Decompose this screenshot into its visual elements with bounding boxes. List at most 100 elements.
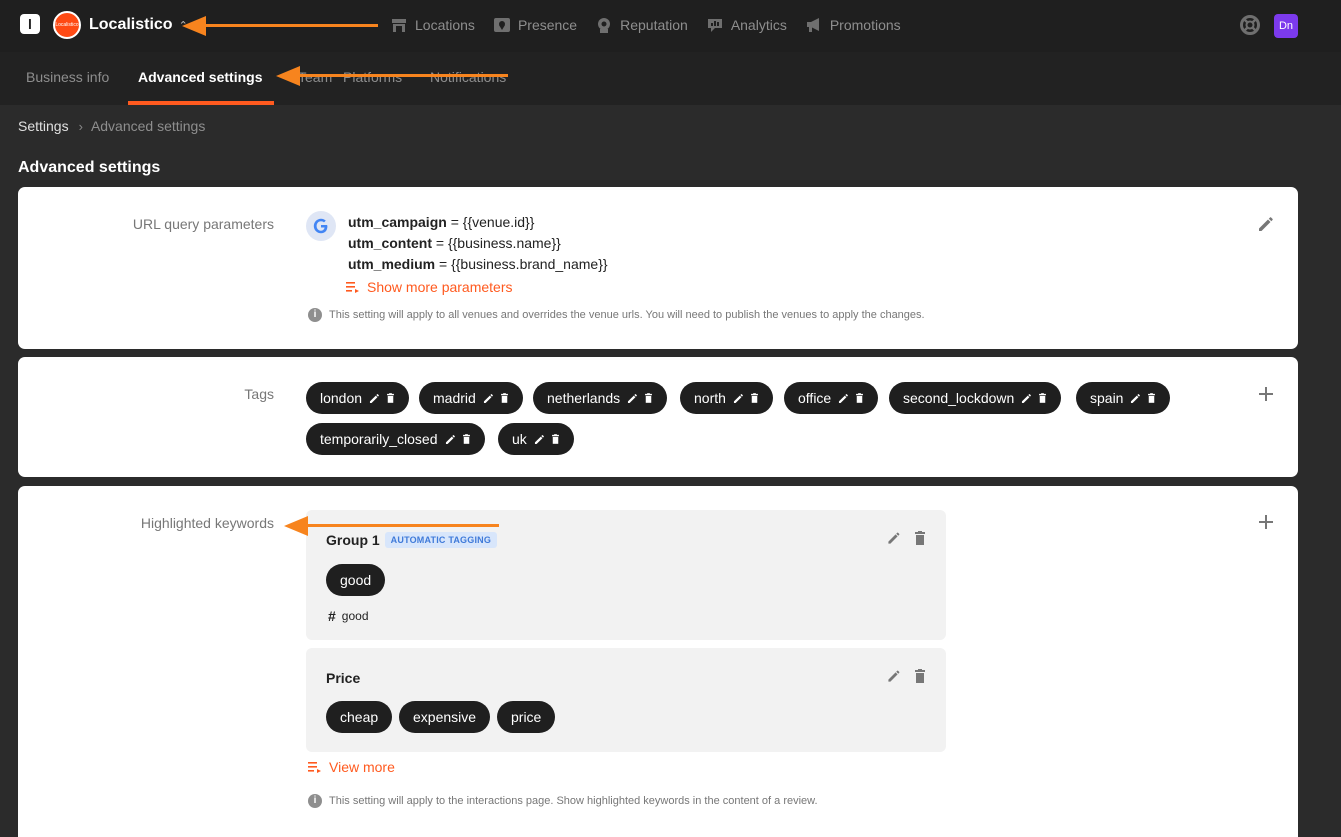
edit-pencil-icon[interactable]: [1020, 392, 1033, 405]
edit-pencil-icon[interactable]: [533, 433, 546, 446]
list-lines-icon: [346, 282, 359, 293]
nav-label: Presence: [517, 17, 578, 33]
tab-advanced-settings[interactable]: Advanced settings: [138, 69, 262, 85]
edit-pencil-icon[interactable]: [886, 668, 902, 684]
chevron-right-icon: ›: [78, 118, 83, 134]
keyword-group: Price cheap expensive price: [306, 648, 946, 752]
edit-pencil-icon[interactable]: [837, 392, 850, 405]
tag-chip[interactable]: office: [784, 382, 879, 414]
edit-pencil-icon[interactable]: [732, 392, 745, 405]
trash-icon[interactable]: [1146, 392, 1157, 404]
breadcrumb-root[interactable]: Settings: [18, 118, 69, 134]
nav-promotions[interactable]: Promotions: [805, 14, 901, 36]
highlighted-keywords-card: Highlighted keywords Group 1 AUTOMATIC T…: [18, 486, 1298, 837]
trash-icon[interactable]: [461, 433, 472, 445]
business-switcher[interactable]: Localistico Localistico ⌃: [50, 9, 202, 41]
trash-icon[interactable]: [499, 392, 510, 404]
main-nav: Locations Presence Reputation Analytics …: [390, 14, 919, 36]
tag-chip[interactable]: temporarily_closed: [306, 423, 485, 455]
trash-icon[interactable]: [912, 668, 928, 684]
nav-presence[interactable]: Presence: [493, 14, 577, 36]
nav-analytics[interactable]: Analytics: [706, 14, 787, 36]
info-text: This setting will apply to all venues an…: [329, 309, 925, 321]
tag-chip[interactable]: netherlands: [533, 382, 668, 414]
edit-pencil-icon[interactable]: [444, 433, 457, 446]
trash-icon[interactable]: [550, 433, 561, 445]
url-param-row: utm_content = {{business.name}}: [348, 235, 561, 251]
nav-reputation[interactable]: Reputation: [595, 14, 688, 36]
keyword-chip[interactable]: expensive: [399, 701, 491, 733]
url-param-row: utm_campaign = {{venue.id}}: [348, 214, 534, 230]
tag-chip[interactable]: london: [306, 382, 410, 414]
trash-icon[interactable]: [912, 530, 928, 546]
edit-pencil-icon[interactable]: [368, 392, 381, 405]
nav-label: Promotions: [829, 17, 901, 33]
tag-chip[interactable]: north: [680, 382, 773, 414]
edit-pencil-icon[interactable]: [1129, 392, 1142, 405]
highlighted-keywords-label: Highlighted keywords: [140, 515, 274, 531]
analytics-icon: [707, 19, 722, 32]
breadcrumb-current: Advanced settings: [90, 118, 206, 134]
tag-chip[interactable]: second_lockdown: [889, 382, 1062, 414]
keyword-group: Group 1 AUTOMATIC TAGGING good # good: [306, 510, 946, 640]
tab-notifications[interactable]: Notifications: [430, 69, 506, 85]
view-more-label: View more: [329, 759, 395, 775]
trash-icon[interactable]: [1037, 392, 1048, 404]
tab-business-info[interactable]: Business info: [26, 69, 109, 85]
info-text: This setting will apply to the interacti…: [329, 795, 818, 807]
trash-icon[interactable]: [749, 392, 760, 404]
tag-label: spain: [1090, 390, 1124, 406]
hashtag-text: good: [341, 609, 369, 623]
keyword-group-title: Group 1 AUTOMATIC TAGGING: [326, 532, 498, 548]
tag-chip[interactable]: madrid: [419, 382, 523, 414]
nav-label: Locations: [415, 17, 475, 33]
nav-locations[interactable]: Locations: [390, 14, 475, 36]
keyword-group-actions: [876, 668, 928, 684]
hashtag-icon: #: [328, 608, 336, 624]
app-logo[interactable]: l: [20, 14, 40, 34]
view-more-keywords-link[interactable]: View more: [308, 759, 395, 775]
url-params-card: URL query parameters utm_campaign = {{ve…: [18, 187, 1298, 349]
edit-pencil-icon[interactable]: [1256, 214, 1276, 234]
show-more-parameters-link[interactable]: Show more parameters: [346, 279, 513, 295]
tags-label: Tags: [244, 386, 274, 402]
edit-pencil-icon[interactable]: [482, 392, 495, 405]
keyword-group-title: Price: [326, 670, 360, 686]
tags-card: Tags london madrid netherlands north office s…: [18, 357, 1298, 477]
megaphone-icon: [806, 18, 819, 32]
tab-platforms[interactable]: Platforms: [343, 69, 402, 85]
edit-pencil-icon[interactable]: [626, 392, 639, 405]
keyword-chip[interactable]: cheap: [326, 701, 393, 733]
trash-icon[interactable]: [854, 392, 865, 404]
settings-tabs: Business info Advanced settings Team Pla…: [0, 52, 1341, 105]
user-avatar[interactable]: Dn: [1274, 14, 1298, 38]
keyword-chip[interactable]: price: [497, 701, 556, 733]
info-icon: i: [308, 794, 322, 808]
tag-label: second_lockdown: [903, 390, 1015, 406]
tab-team[interactable]: Team: [298, 69, 332, 85]
presence-pin-icon: [493, 18, 510, 32]
trash-icon[interactable]: [385, 392, 396, 404]
annotation-arrow-line: [298, 74, 508, 77]
tag-chip[interactable]: spain: [1076, 382, 1171, 414]
keyword-chip[interactable]: good: [326, 564, 386, 596]
url-param-row: utm_medium = {{business.brand_name}}: [348, 256, 608, 272]
help-lifebuoy-icon[interactable]: [1240, 15, 1260, 35]
automatic-tagging-badge: AUTOMATIC TAGGING: [384, 532, 498, 548]
active-tab-indicator: [128, 101, 274, 105]
add-keyword-group-plus-icon[interactable]: [1256, 512, 1276, 532]
param-value: = {{business.name}}: [432, 235, 561, 251]
annotation-arrow-head: [276, 66, 300, 86]
trash-icon[interactable]: [643, 392, 654, 404]
param-key: utm_campaign: [348, 214, 447, 230]
store-icon: [392, 19, 406, 32]
reputation-badge-icon: [598, 18, 611, 33]
show-more-label: Show more parameters: [367, 279, 513, 295]
keywords-info: i This setting will apply to the interac…: [308, 794, 818, 808]
tag-chip[interactable]: uk: [498, 423, 574, 455]
tag-label: netherlands: [547, 390, 621, 406]
add-tag-plus-icon[interactable]: [1256, 384, 1276, 404]
list-lines-icon: [308, 762, 321, 773]
tag-label: uk: [512, 431, 527, 447]
edit-pencil-icon[interactable]: [886, 530, 902, 546]
